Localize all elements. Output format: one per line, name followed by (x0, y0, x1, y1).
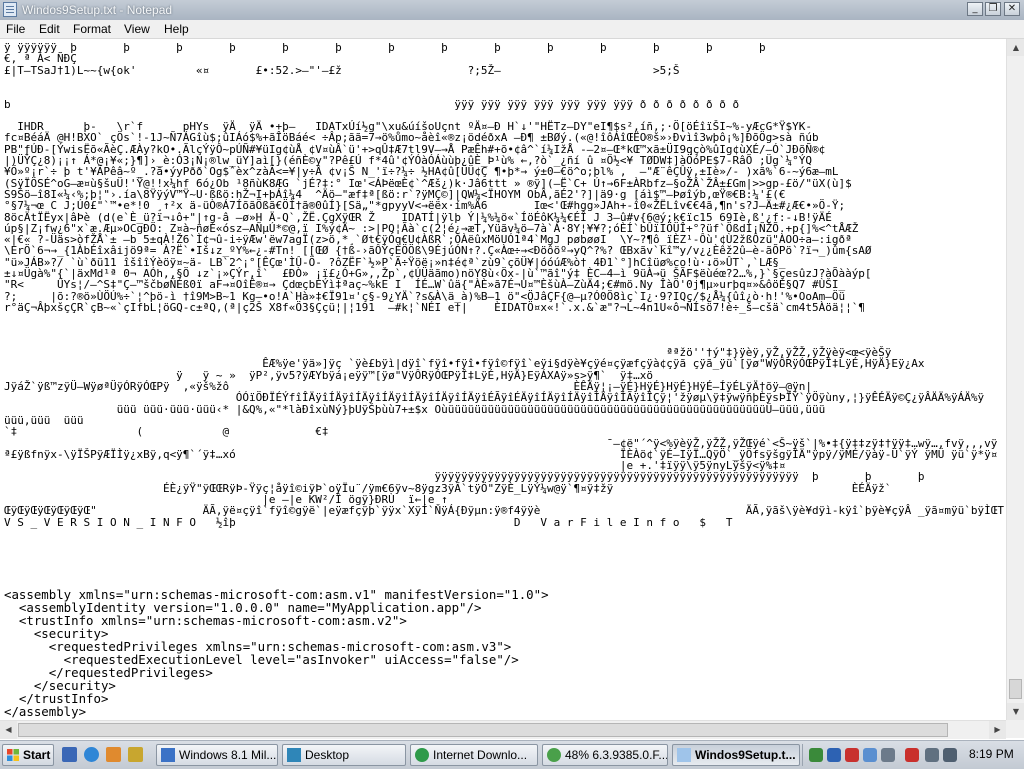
show-desktop-icon[interactable] (62, 747, 77, 762)
horizontal-scroll-thumb[interactable] (18, 723, 948, 737)
taskbar-button-label: Internet Downlo... (433, 748, 528, 762)
scrollbar-corner (1006, 720, 1024, 738)
window-title: Windos9Setup.txt - Notepad (22, 3, 173, 17)
download-progress-icon (547, 748, 561, 762)
text-line: V S _ V E R S I O N _ I N F O ½îþ D V a … (4, 515, 733, 529)
media-player-icon[interactable] (106, 747, 121, 762)
notepad-icon (3, 2, 17, 17)
horizontal-scrollbar[interactable]: ◀ ▶ (0, 720, 1006, 739)
system-tray: 8:19 PM (802, 744, 1023, 766)
internet-explorer-icon[interactable] (84, 747, 99, 762)
scroll-right-arrow-icon[interactable]: ▶ (989, 721, 1006, 739)
menu-format[interactable]: Format (73, 22, 111, 36)
menu-bar: File Edit Format View Help (0, 20, 1024, 39)
xml-manifest-line: </assembly> (4, 704, 87, 719)
close-button[interactable]: ✕ (1004, 2, 1020, 16)
shield-icon[interactable] (827, 748, 841, 762)
volume-icon[interactable] (943, 748, 957, 762)
menu-edit[interactable]: Edit (39, 22, 60, 36)
taskbar-button-label: Windows 8.1 Mil... (179, 748, 277, 762)
taskbar-button-notepad[interactable]: Windos9Setup.t... (672, 744, 800, 766)
text-line: r°äÇ¬ÂþxšçÇR`çB~«`çIfbL¦öGQ-c±ªQ,(ª|ç2Š … (4, 300, 865, 314)
minimize-button[interactable]: _ (967, 2, 983, 16)
text-line: £|T—TSaJ†1)L~~{w{ok' «¤ £•:52.>—"'–£ž ?;… (4, 63, 680, 77)
pen-icon[interactable] (881, 748, 895, 762)
maximize-button[interactable]: ❐ (985, 2, 1001, 16)
vertical-scroll-thumb[interactable] (1009, 679, 1022, 699)
menu-help[interactable]: Help (164, 22, 189, 36)
start-button[interactable]: Start (2, 744, 54, 766)
battery-icon[interactable] (925, 748, 939, 762)
taskbar-button-label: Desktop (305, 748, 350, 762)
start-label: Start (23, 748, 51, 762)
bluetooth-icon[interactable] (863, 748, 877, 762)
scroll-down-arrow-icon[interactable]: ▼ (1007, 703, 1024, 720)
folder-icon[interactable] (128, 747, 143, 762)
taskbar: Start Windows 8.1 Mil... Desktop Interne… (0, 740, 1024, 769)
taskbar-button-label: Windos9Setup.t... (695, 748, 796, 762)
taskbar-button-label: 48% 6.3.9385.0.F... (565, 748, 668, 762)
title-bar[interactable]: Windos9Setup.txt - Notepad _ ❐ ✕ (0, 0, 1024, 21)
vertical-scrollbar[interactable]: ▲ ▼ (1006, 39, 1024, 720)
taskbar-button-desktop[interactable]: Desktop (282, 744, 406, 766)
desktop-icon (287, 748, 301, 762)
taskbar-button-windows81[interactable]: Windows 8.1 Mil... (156, 744, 278, 766)
clock[interactable]: 8:19 PM (969, 747, 1014, 761)
text-line: b ÿÿÿ ÿÿÿ ÿÿÿ ÿÿÿ ÿÿÿ ÿÿÿ ÿÿÿ ð ð ð ð ð … (4, 97, 740, 111)
scroll-left-arrow-icon[interactable]: ◀ (0, 721, 17, 739)
notepad-icon (677, 748, 691, 762)
text-line: üüü üüü·üüü·üüü‹* |&Q%,«"*làÐîxùNý}þUÿŠþ… (4, 402, 826, 416)
scroll-up-arrow-icon[interactable]: ▲ (1007, 39, 1024, 56)
monitor-warning-icon[interactable] (905, 748, 919, 762)
text-line: ÿ ÿÿÿÿÿÿ þ þ þ þ þ þ þ þ þ þ þ þ þ þ (4, 41, 766, 54)
window-app-icon (161, 748, 175, 762)
text-editor[interactable]: ÿ ÿÿÿÿÿÿ þ þ þ þ þ þ þ þ þ þ þ þ þ þ €, ª… (0, 39, 1006, 720)
windows-logo-icon (7, 749, 19, 761)
taskbar-button-progress[interactable]: 48% 6.3.9385.0.F... (542, 744, 668, 766)
menu-file[interactable]: File (6, 22, 25, 36)
download-manager-icon (415, 748, 429, 762)
network-icon[interactable] (809, 748, 823, 762)
security-alert-icon[interactable] (845, 748, 859, 762)
taskbar-button-internet-download[interactable]: Internet Downlo... (410, 744, 538, 766)
menu-view[interactable]: View (124, 22, 150, 36)
